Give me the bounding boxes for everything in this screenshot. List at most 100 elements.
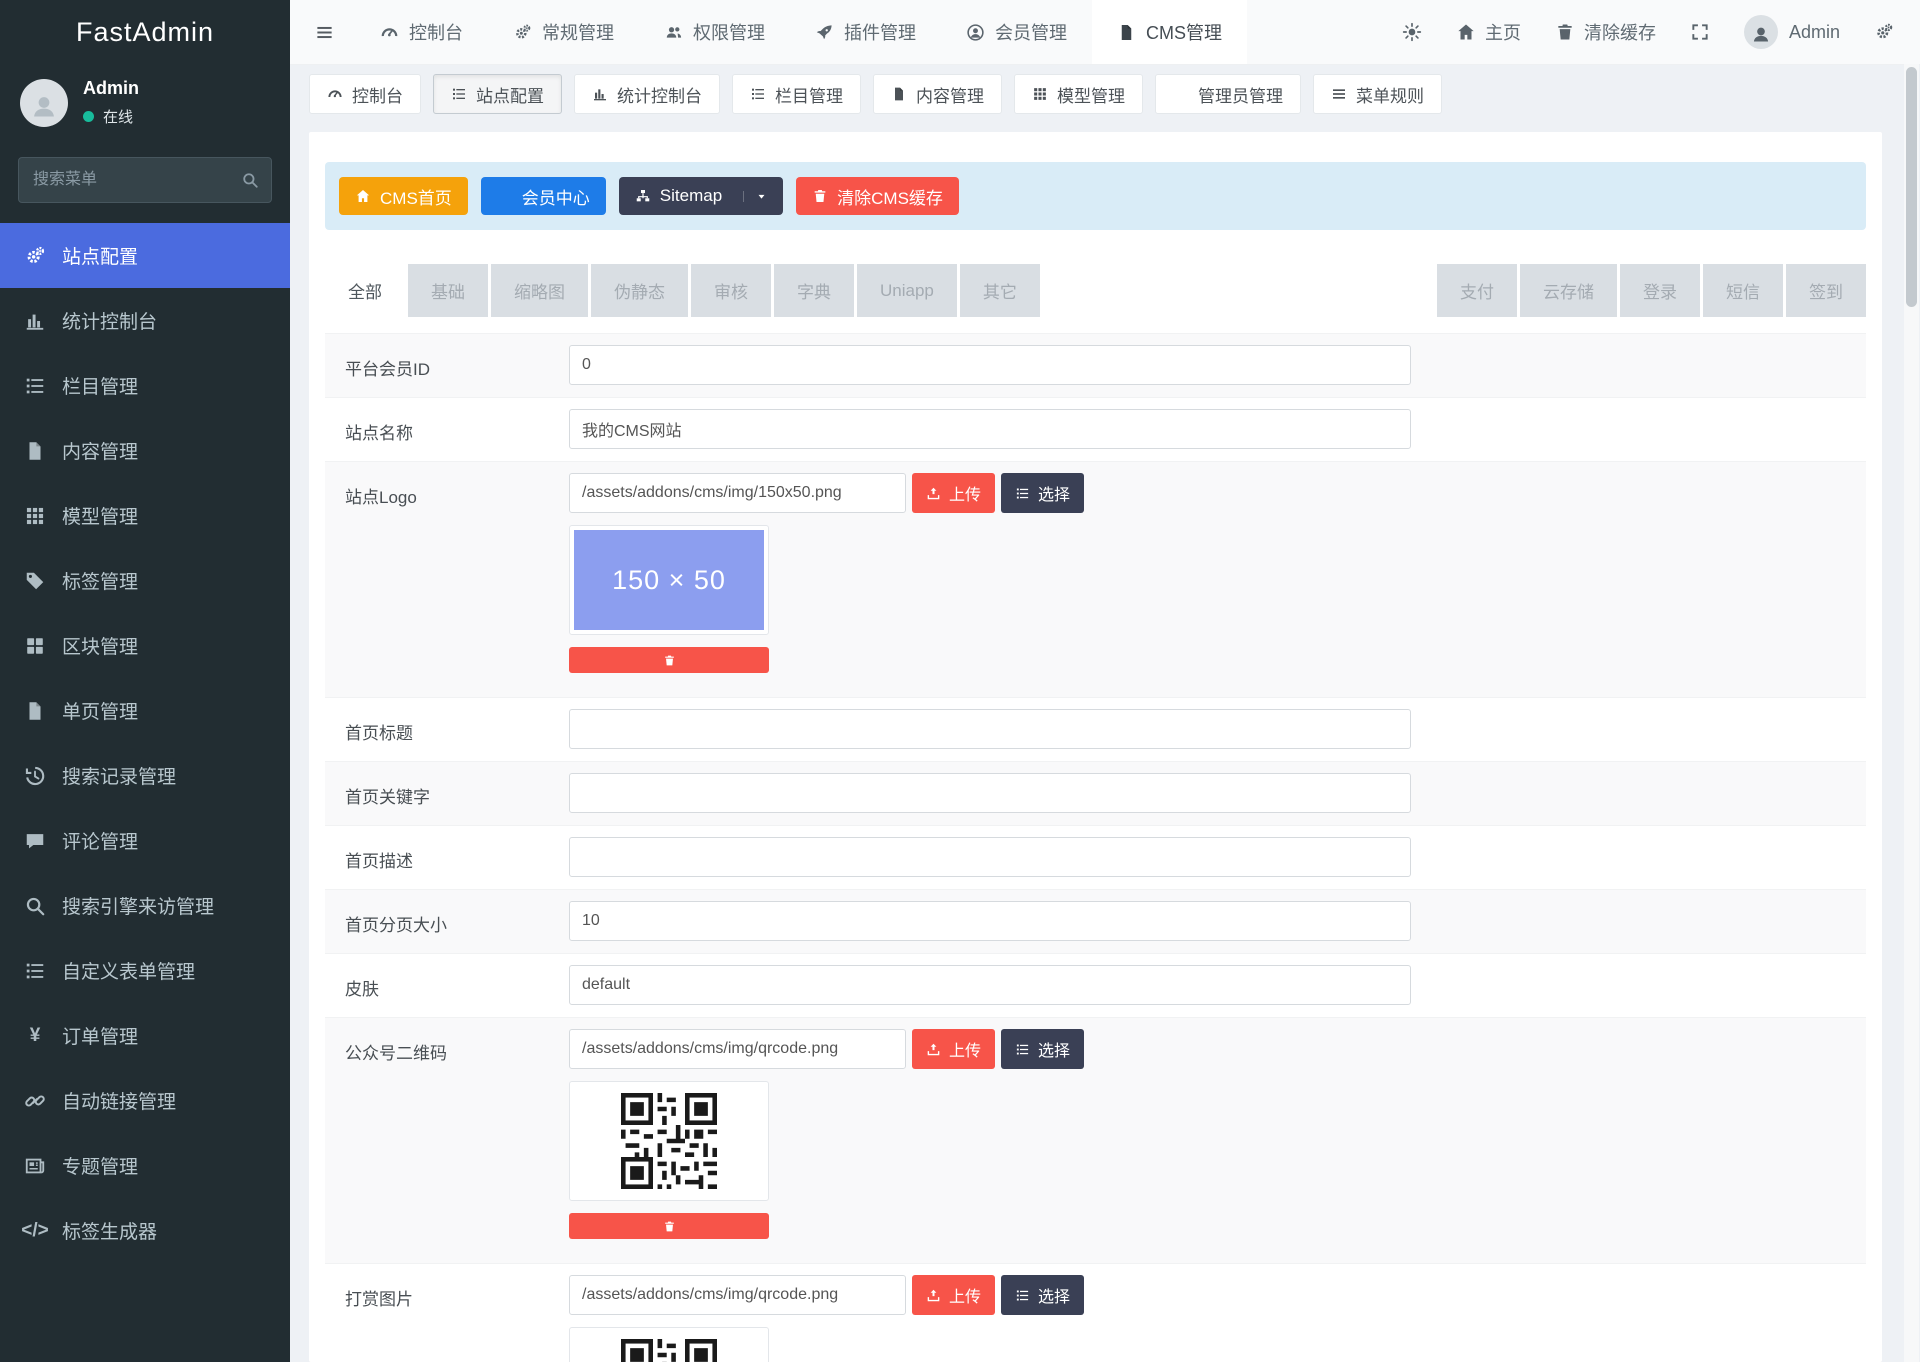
field-label: 平台会员ID [325,334,569,397]
field-input[interactable] [569,837,1411,877]
config-tab[interactable]: 全部 [325,264,405,317]
user-menu[interactable]: Admin [1744,15,1840,49]
topnav-item[interactable]: 插件管理 [790,0,941,64]
panel-button[interactable]: Sitemap [619,177,783,215]
choose-button-label: 选择 [1038,481,1070,505]
config-tab[interactable]: 其它 [960,264,1040,317]
topnav-item-icon-slot [815,23,834,42]
panel-button[interactable]: 清除CMS缓存 [796,177,959,215]
file-icon [24,700,46,722]
toolbar-tab-button[interactable]: 菜单规则 [1313,74,1442,114]
upload-button[interactable]: 上传 [912,1275,995,1315]
sidebar-item-label: 搜索引擎来访管理 [62,892,214,919]
theme-toggle-button[interactable] [1402,22,1422,42]
delete-image-button[interactable] [569,1213,769,1239]
config-tab[interactable]: 审核 [691,264,771,317]
sidebar-item[interactable]: 单页管理 [0,678,290,743]
sidebar-item[interactable]: 搜索引擎来访管理 [0,873,290,938]
field-input[interactable] [569,1275,906,1315]
topnav-item[interactable]: 会员管理 [941,0,1092,64]
field-input[interactable] [569,773,1411,813]
field-area [569,826,1866,889]
topnav-item-label: 常规管理 [542,19,614,45]
sidebar-item[interactable]: 统计控制台 [0,288,290,353]
search-input[interactable] [18,157,272,203]
list-icon [750,86,766,102]
form-row: 公众号二维码 上传 选择 [325,1018,1866,1264]
fullscreen-button[interactable] [1690,22,1710,42]
toolbar-tab-button[interactable]: 站点配置 [433,74,562,114]
toolbar-tab-button[interactable]: 栏目管理 [732,74,861,114]
config-tab[interactable]: 缩略图 [491,264,588,317]
form-row: 首页分页大小 [325,890,1866,954]
sidebar-item-icon-slot [24,1155,46,1177]
sidebar-item[interactable]: 专题管理 [0,1133,290,1198]
sidebar-toggle-button[interactable] [290,0,355,64]
panel-button[interactable]: 会员中心 [481,177,606,215]
sidebar-item[interactable]: 栏目管理 [0,353,290,418]
topnav-item[interactable]: 权限管理 [639,0,790,64]
choose-button[interactable]: 选择 [1001,1029,1084,1069]
topnav-item[interactable]: CMS管理 [1092,0,1247,64]
config-tab[interactable]: 字典 [774,264,854,317]
sidebar-item[interactable]: 自动链接管理 [0,1068,290,1133]
choose-button[interactable]: 选择 [1001,473,1084,513]
settings-button[interactable] [1874,22,1894,42]
sidebar-item[interactable]: </> 标签生成器 [0,1198,290,1263]
config-tab[interactable]: Uniapp [857,264,957,317]
sidebar-item[interactable]: 评论管理 [0,808,290,873]
sidebar-menu: 站点配置 统计控制台 栏目管理 内容管理 模型管理 标签管理 [0,223,290,1263]
field-label: 皮肤 [325,954,569,1017]
search-icon [24,895,46,917]
config-tab[interactable]: 基础 [408,264,488,317]
upload-button[interactable]: 上传 [912,473,995,513]
sidebar-item[interactable]: 标签管理 [0,548,290,613]
upload-button-label: 上传 [949,1037,981,1061]
toolbar-tab-button[interactable]: 模型管理 [1014,74,1143,114]
sidebar-item[interactable]: 模型管理 [0,483,290,548]
config-tab[interactable]: 登录 [1620,264,1700,317]
scrollbar-track[interactable] [1904,64,1919,1362]
topnav-item[interactable]: 常规管理 [488,0,639,64]
toolbar-tab-button[interactable]: 统计控制台 [574,74,720,114]
field-input[interactable] [569,345,1411,385]
bars-icon [1331,86,1347,102]
field-input[interactable] [569,709,1411,749]
sidebar-item-icon-slot [24,310,46,332]
panel-button[interactable]: CMS首页 [339,177,468,215]
config-tab[interactable]: 短信 [1703,264,1783,317]
scrollbar-thumb[interactable] [1906,67,1917,307]
config-tab[interactable]: 支付 [1437,264,1517,317]
toolbar-tab-label: 栏目管理 [775,82,843,107]
config-tab[interactable]: 云存储 [1520,264,1617,317]
link-icon [24,1090,46,1112]
sidebar-item[interactable]: ¥ 订单管理 [0,1003,290,1068]
config-tab[interactable]: 签到 [1786,264,1866,317]
sidebar-item-label: 模型管理 [62,502,138,529]
field-input[interactable] [569,473,906,513]
config-tab-label: 基础 [431,278,465,303]
field-input[interactable] [569,901,1411,941]
sidebar-item[interactable]: 搜索记录管理 [0,743,290,808]
hamburger-icon [315,23,334,42]
sidebar-item[interactable]: 内容管理 [0,418,290,483]
form-row: 站点Logo 上传 选择 150 × 50 [325,462,1866,698]
topnav-item[interactable]: 控制台 [355,0,488,64]
home-link[interactable]: 主页 [1456,19,1521,45]
clear-cache-button[interactable]: 清除缓存 [1555,19,1656,45]
delete-image-button[interactable] [569,647,769,673]
sidebar-item[interactable]: 区块管理 [0,613,290,678]
choose-button[interactable]: 选择 [1001,1275,1084,1315]
sidebar-item[interactable]: 自定义表单管理 [0,938,290,1003]
toolbar-tab-button[interactable]: 控制台 [309,74,421,114]
config-tab-label: 字典 [797,278,831,303]
upload-button[interactable]: 上传 [912,1029,995,1069]
field-input[interactable] [569,409,1411,449]
toolbar-tab-button[interactable]: 管理员管理 [1155,74,1301,114]
sidebar-item[interactable]: 站点配置 [0,223,290,288]
config-tab[interactable]: 伪静态 [591,264,688,317]
field-input[interactable] [569,1029,906,1069]
toolbar-tab-button[interactable]: 内容管理 [873,74,1002,114]
field-input[interactable] [569,965,1411,1005]
panel-button-icon-slot [812,188,828,204]
